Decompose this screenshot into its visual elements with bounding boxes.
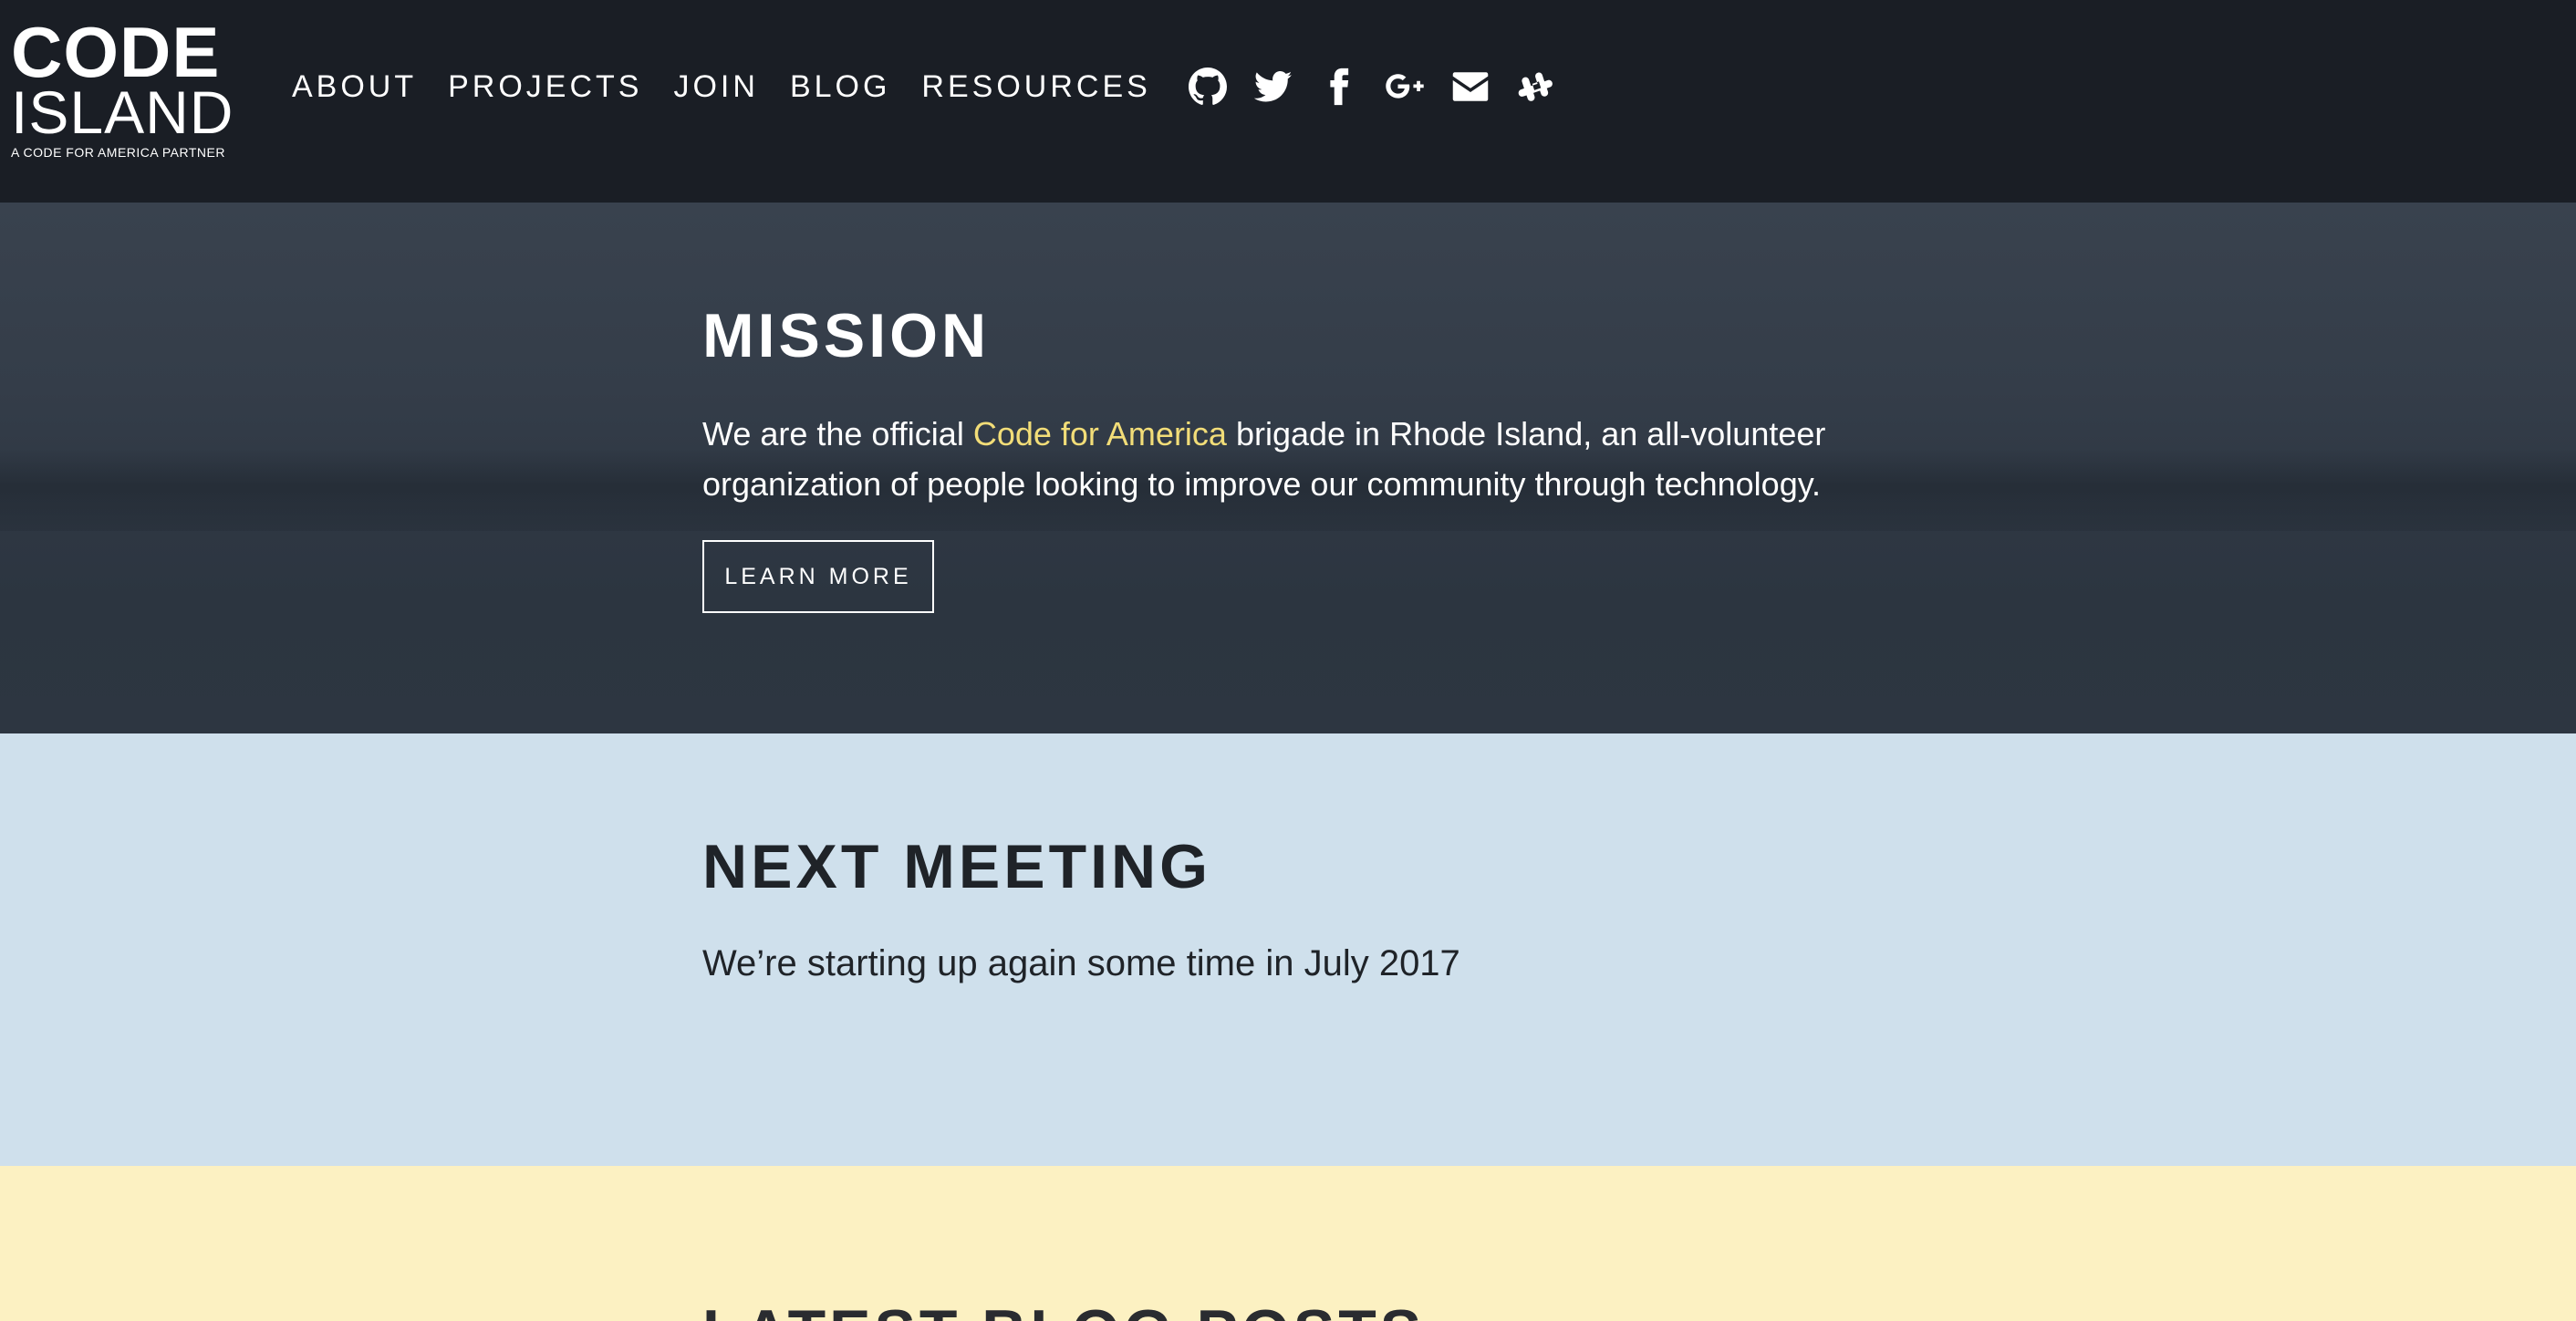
nav-link-blog[interactable]: BLOG bbox=[790, 69, 890, 105]
nav-link-resources[interactable]: RESOURCES bbox=[921, 69, 1150, 105]
social-icons bbox=[1182, 61, 1576, 112]
mission-content: MISSION We are the official Code for Ame… bbox=[702, 203, 1888, 613]
mission-heading: MISSION bbox=[702, 301, 991, 370]
mission-paragraph: We are the official Code for America bri… bbox=[702, 409, 1833, 509]
nav-link-projects[interactable]: PROJECTS bbox=[448, 69, 642, 105]
blog-posts-section: LATEST BLOG POSTS bbox=[0, 1166, 2576, 1321]
logo-line-island: ISLAND bbox=[11, 78, 234, 146]
slack-icon[interactable] bbox=[1511, 61, 1562, 112]
blog-heading: LATEST BLOG POSTS bbox=[702, 1295, 1425, 1321]
meeting-heading: NEXT MEETING bbox=[702, 832, 1212, 901]
mission-section: MISSION We are the official Code for Ame… bbox=[0, 203, 2576, 733]
facebook-icon[interactable] bbox=[1314, 61, 1365, 112]
learn-more-button[interactable]: LEARN MORE bbox=[702, 540, 934, 613]
nav-link-about[interactable]: ABOUT bbox=[292, 69, 417, 105]
google-plus-icon[interactable] bbox=[1379, 61, 1430, 112]
twitter-icon[interactable] bbox=[1248, 61, 1299, 112]
mission-text-start: We are the official bbox=[702, 415, 973, 452]
nav-link-join[interactable]: JOIN bbox=[673, 69, 758, 105]
logo-tagline: A CODE FOR AMERICA PARTNER bbox=[11, 145, 225, 160]
logo-line-code: CODE bbox=[11, 12, 221, 92]
blog-content: LATEST BLOG POSTS bbox=[702, 1166, 1425, 1321]
site-header: CODE ISLAND A CODE FOR AMERICA PARTNER A… bbox=[0, 0, 2576, 203]
next-meeting-section: NEXT MEETING We’re starting up again som… bbox=[0, 733, 2576, 1166]
meeting-content: NEXT MEETING We’re starting up again som… bbox=[702, 733, 1888, 989]
site-logo[interactable]: CODE ISLAND A CODE FOR AMERICA PARTNER bbox=[11, 12, 234, 161]
code-for-america-link[interactable]: Code for America bbox=[973, 415, 1227, 452]
github-icon[interactable] bbox=[1182, 61, 1233, 112]
main-nav: ABOUT PROJECTS JOIN BLOG RESOURCES bbox=[292, 66, 1576, 108]
meeting-text: We’re starting up again some time in Jul… bbox=[702, 943, 1460, 983]
email-icon[interactable] bbox=[1445, 61, 1496, 112]
